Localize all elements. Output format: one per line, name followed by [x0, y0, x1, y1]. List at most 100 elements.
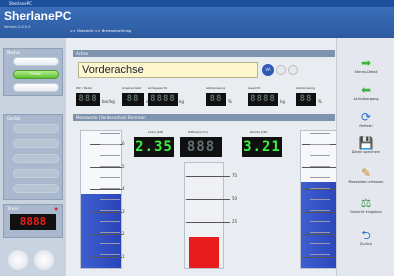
minor-tick	[310, 221, 330, 222]
scale-tick	[186, 199, 230, 200]
difference-bar	[189, 236, 219, 268]
minor-tick	[100, 199, 120, 200]
device-button-4[interactable]	[13, 169, 59, 178]
weight-label: Gewicht	[248, 86, 261, 90]
load-percent-unit: %	[228, 99, 232, 104]
minor-tick	[100, 177, 120, 178]
minor-tick	[100, 210, 120, 211]
toolbar-label: Zurück	[359, 242, 373, 246]
device-button-1[interactable]	[13, 124, 59, 133]
scale-label: 6	[122, 141, 125, 146]
mode-button-3[interactable]	[13, 83, 59, 92]
scale-tick	[302, 189, 336, 190]
modes-label: Modus	[7, 50, 21, 55]
minor-tick	[310, 243, 330, 244]
window-title: SherlanePC	[9, 1, 32, 6]
devices-panel: Geräte	[3, 114, 63, 200]
back-icon: ⮌	[361, 228, 371, 242]
scale-label: 25	[232, 219, 238, 224]
devices-label: Geräte	[7, 116, 21, 121]
timer-label: Timer	[7, 206, 19, 211]
weight-icon: ⚖	[360, 196, 372, 210]
axle-name-field[interactable]: Vorderachse	[78, 62, 258, 78]
braking-display: 88	[296, 93, 316, 106]
toolbar-back-button[interactable]: ⮌ Zurück	[337, 228, 394, 246]
pw-unit: bar/kg	[102, 99, 115, 104]
scale-label: 50	[232, 196, 238, 201]
scale-tick	[186, 176, 230, 177]
difference-tube	[184, 162, 224, 269]
right-force-label: Rechts [kN]	[250, 130, 268, 134]
toolbar-refresh-button[interactable]: ⟳ Refresh	[337, 110, 394, 128]
minor-tick	[100, 254, 120, 255]
toolbar-arrow-left-button[interactable]: ⬅ Achsübergang	[337, 83, 394, 101]
right-force-bar	[301, 182, 341, 268]
minor-tick	[100, 188, 120, 189]
app-logo: SherlanePC	[4, 9, 72, 23]
device-button-3[interactable]	[13, 154, 59, 163]
load-display: 8888	[148, 93, 178, 106]
breadcrumb-overview[interactable]: Übersicht	[77, 29, 94, 33]
scale-tick	[302, 211, 336, 213]
window-titlebar: SherlanePC	[0, 0, 394, 7]
time-display: 88	[122, 93, 144, 106]
load-percent-display: 88	[206, 93, 226, 106]
right-toolbar: ➡ Stereo-Detail ⬅ Achsübergang ⟳ Refresh 💾 Date…	[336, 38, 394, 276]
minor-tick	[100, 221, 120, 222]
mode-button-1[interactable]	[13, 57, 59, 66]
minor-tick	[310, 133, 330, 134]
toolbar-edit-button[interactable]: ✎ Messdaten erfassen	[337, 166, 394, 184]
timer-status-dot: ●	[54, 206, 59, 211]
scale-label: 75	[232, 173, 238, 178]
minor-tick	[310, 232, 330, 233]
breadcrumb-sep: >>	[94, 29, 101, 33]
minor-tick	[310, 177, 330, 178]
round-button-right[interactable]	[34, 250, 54, 270]
arrow-left-icon: ⬅	[360, 83, 372, 97]
breadcrumb-sep: >>	[70, 29, 76, 33]
refresh-icon: ⟳	[360, 110, 372, 124]
scale-tick	[90, 256, 122, 258]
axle-dot-3[interactable]	[288, 65, 298, 75]
round-button-left[interactable]	[8, 250, 28, 270]
axle-dot-2[interactable]	[276, 65, 286, 75]
left-force-display: 2.35	[134, 137, 174, 157]
timer-panel: Timer ● 8888	[3, 204, 63, 238]
minor-tick	[100, 232, 120, 233]
minor-tick	[100, 166, 120, 167]
minor-tick	[310, 144, 330, 145]
weight-display: 8888	[248, 93, 278, 106]
axle-badge[interactable]: VA	[262, 64, 274, 76]
measure-section-header: Messwerte (Vorderachse) Bremsen	[73, 114, 335, 121]
scale-label: 3	[122, 208, 125, 214]
toolbar-label: Messdaten erfassen	[348, 180, 384, 184]
toolbar-arrow-right-button[interactable]: ➡ Stereo-Detail	[337, 56, 394, 74]
scale-label: 1	[122, 253, 125, 259]
arrow-right-icon: ➡	[360, 56, 372, 70]
braking-unit: %	[318, 99, 322, 104]
load-label: Achsgewicht	[148, 86, 167, 90]
toolbar-save-button[interactable]: 💾 Daten speichern	[337, 136, 394, 154]
toolbar-label: Refresh	[359, 124, 373, 128]
device-button-2[interactable]	[13, 139, 59, 148]
scale-label: 2	[122, 231, 125, 236]
toolbar-label: Gewicht eingeben	[350, 210, 382, 214]
right-force-display: 3.21	[242, 137, 282, 157]
minor-tick	[100, 155, 120, 156]
weight-unit: kg	[280, 99, 285, 104]
minor-tick	[310, 254, 330, 255]
minor-tick	[100, 133, 120, 134]
deviation-label: Abbremsung	[206, 86, 226, 90]
scale-tick	[90, 234, 122, 235]
minor-tick	[100, 243, 120, 244]
breadcrumb-brake-test[interactable]: Bremsenprüfung	[102, 29, 131, 33]
scale-tick	[90, 211, 122, 213]
axle-section-header: Achse	[73, 50, 335, 57]
mode-button-test[interactable]: Prüfen	[13, 70, 59, 79]
toolbar-weight-button[interactable]: ⚖ Gewicht eingeben	[337, 196, 394, 214]
load-unit: kg	[179, 99, 184, 104]
device-button-5[interactable]	[13, 184, 59, 193]
scale-label: 4	[122, 186, 125, 191]
minor-tick	[310, 199, 330, 200]
scale-tick	[302, 256, 336, 258]
